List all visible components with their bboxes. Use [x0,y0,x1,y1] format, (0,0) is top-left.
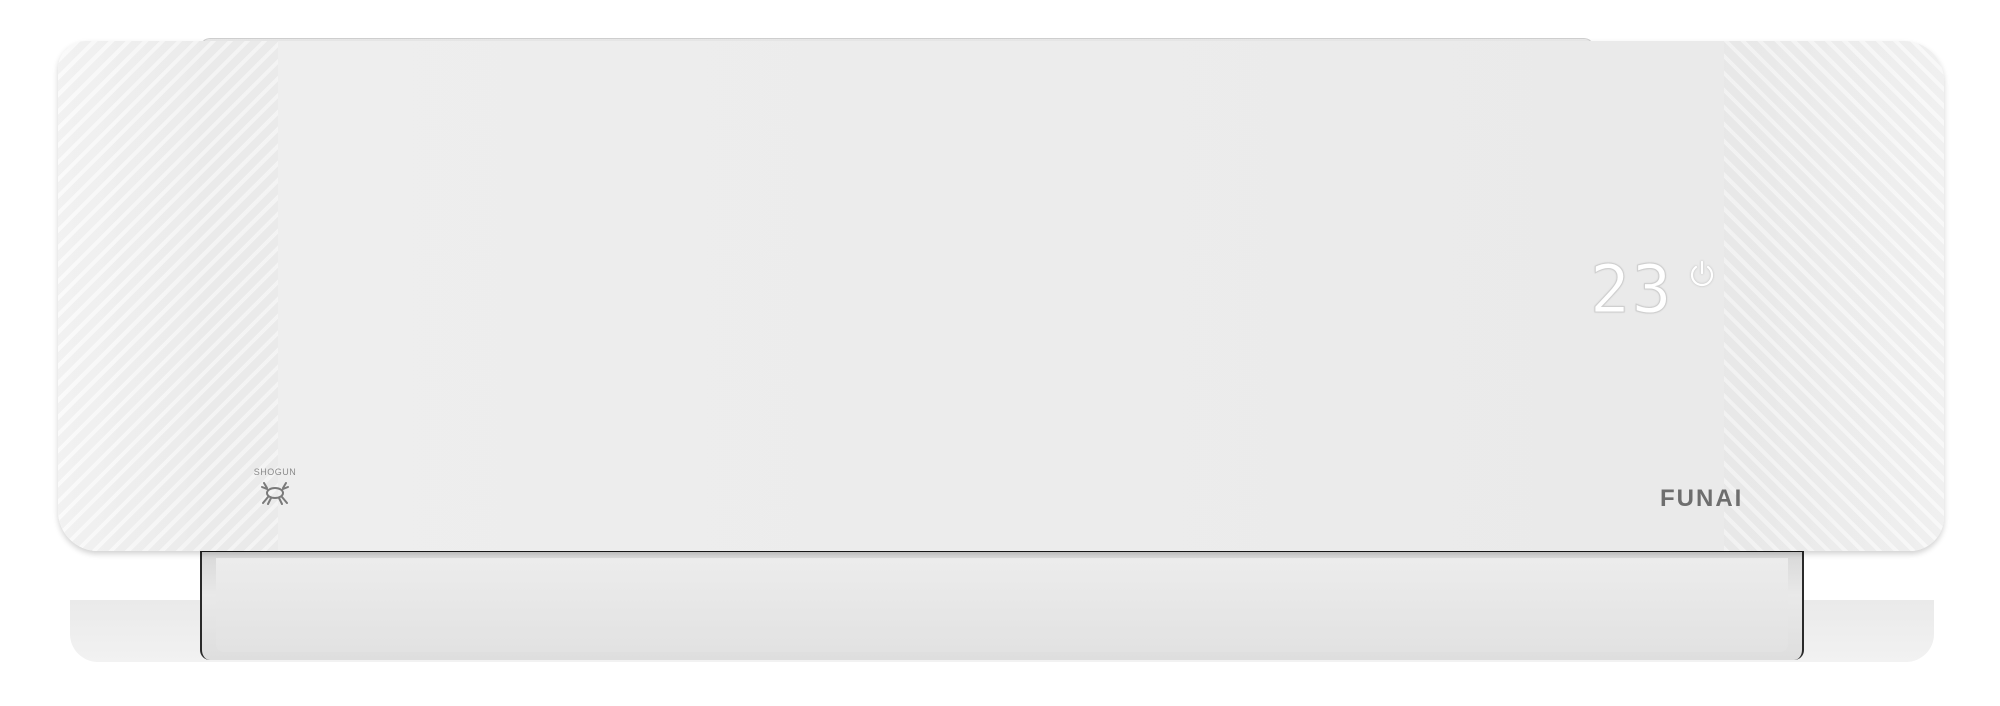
shogun-logo-text: SHOGUN [253,467,297,477]
panel-texture-left [58,41,278,551]
funai-logo: FUNAI [1660,485,1744,512]
crab-emblem-icon [261,482,289,505]
panel-texture-right [1724,41,1944,551]
shogun-logo: SHOGUN [250,467,300,510]
air-outlet [200,551,1804,660]
louver-flap [216,558,1788,652]
product-photo: 23 SHOGUN FUNAI [0,0,2000,706]
power-icon [1691,260,1714,287]
temperature-readout: 23 [1589,251,1674,328]
temperature-display: 23 [1589,251,1717,328]
